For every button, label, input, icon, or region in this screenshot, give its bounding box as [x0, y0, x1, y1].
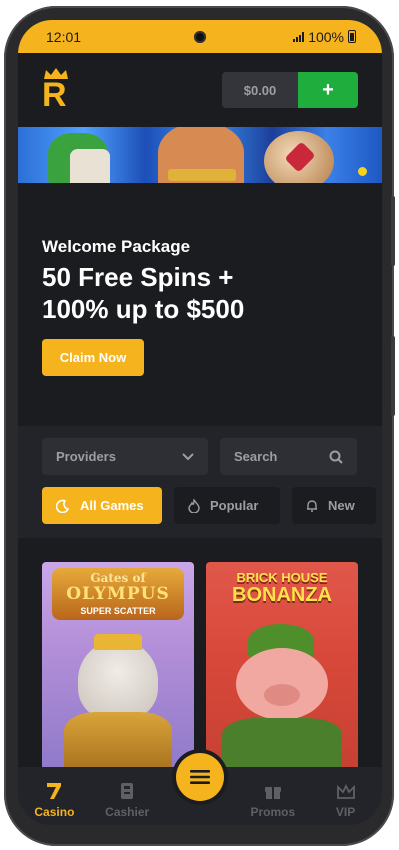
claim-now-button[interactable]: Claim Now — [42, 339, 144, 376]
banner-character-left-shirt — [70, 149, 110, 183]
chevron-down-icon — [182, 452, 194, 460]
tab-popular-label: Popular — [210, 498, 259, 513]
flame-icon — [188, 498, 200, 513]
app-header: R $0.00 + — [18, 53, 382, 127]
status-indicators: 100% — [293, 29, 356, 45]
signal-icon — [293, 31, 305, 42]
tab-all-games[interactable]: All Games — [42, 487, 162, 524]
promo-banner-image[interactable] — [18, 127, 382, 183]
volume-button — [391, 196, 395, 266]
battery-icon — [348, 30, 356, 43]
moon-icon — [56, 499, 70, 513]
promo-subtitle: Welcome Package — [42, 237, 191, 256]
nav-promos[interactable]: Promos — [236, 767, 309, 825]
wallet: $0.00 + — [222, 72, 358, 108]
gift-icon — [264, 787, 281, 799]
bottom-navigation: Casino Cashier Promos VIP — [18, 753, 382, 825]
games-grid: Gates of OLYMPUS SUPER SCATTER BRICK HOU… — [18, 538, 382, 774]
zeus-crown — [94, 634, 142, 650]
providers-label: Providers — [56, 449, 116, 464]
pig-jacket — [222, 718, 342, 774]
game-title-line3: SUPER SCATTER — [80, 606, 156, 616]
game-title-line1: Gates of — [90, 571, 146, 585]
game-title-line2: OLYMPUS — [66, 584, 170, 604]
zeus-character — [78, 640, 158, 720]
hamburger-icon — [189, 770, 210, 784]
search-icon — [329, 450, 343, 464]
bell-icon — [307, 499, 317, 512]
game-tabs: All Games Popular New — [42, 487, 382, 524]
pig-snout — [264, 684, 300, 706]
nav-menu — [164, 753, 237, 825]
nav-promos-label: Promos — [250, 805, 296, 819]
deposit-button[interactable]: + — [298, 72, 358, 108]
promo-title-line1: 50 Free Spins + — [42, 262, 234, 292]
battery-percent: 100% — [308, 28, 344, 45]
front-camera — [194, 31, 206, 43]
tab-all-games-label: All Games — [80, 498, 144, 513]
power-button — [391, 336, 395, 416]
screen: 12:01 100% R $0.00 + Welcome Package 50 … — [18, 20, 382, 825]
providers-dropdown[interactable]: Providers — [42, 438, 208, 475]
nav-casino-label: Casino — [34, 805, 75, 819]
nav-vip[interactable]: VIP — [309, 767, 382, 825]
filter-row: Providers Search — [42, 438, 382, 475]
nav-cashier-label: Cashier — [105, 805, 150, 819]
search-input[interactable]: Search — [220, 438, 357, 475]
nav-casino[interactable]: Casino — [18, 767, 91, 825]
casino-logo[interactable]: R — [42, 68, 72, 112]
game-card-gates-of-olympus[interactable]: Gates of OLYMPUS SUPER SCATTER — [42, 562, 194, 774]
game-title-line1: BRICK HOUSE — [236, 570, 328, 585]
welcome-promo: Welcome Package 50 Free Spins + 100% up … — [18, 183, 382, 426]
banner-coin — [358, 167, 367, 176]
game-title-line2: BONANZA — [232, 584, 332, 606]
promo-title-line2: 100% up to $500 — [42, 294, 245, 324]
menu-button[interactable] — [175, 753, 224, 801]
status-time: 12:01 — [46, 28, 82, 45]
seven-icon — [47, 783, 62, 799]
banner-hero-belt — [168, 169, 236, 181]
zeus-armor — [64, 712, 172, 774]
game-card-brick-house-bonanza[interactable]: BRICK HOUSE BONANZA — [206, 562, 358, 774]
search-placeholder: Search — [234, 449, 278, 464]
game-filters: Providers Search All Games Popular New — [18, 426, 382, 538]
nav-vip-label: VIP — [335, 805, 356, 819]
tab-popular[interactable]: Popular — [174, 487, 280, 524]
nav-cashier[interactable]: Cashier — [91, 767, 164, 825]
cashier-icon — [121, 783, 134, 799]
tab-new-label: New — [328, 498, 355, 513]
crown-icon — [336, 783, 355, 799]
status-bar: 12:01 100% — [18, 20, 382, 53]
tab-new[interactable]: New — [292, 487, 376, 524]
logo-letter: R — [42, 76, 67, 114]
balance-display[interactable]: $0.00 — [222, 72, 298, 108]
